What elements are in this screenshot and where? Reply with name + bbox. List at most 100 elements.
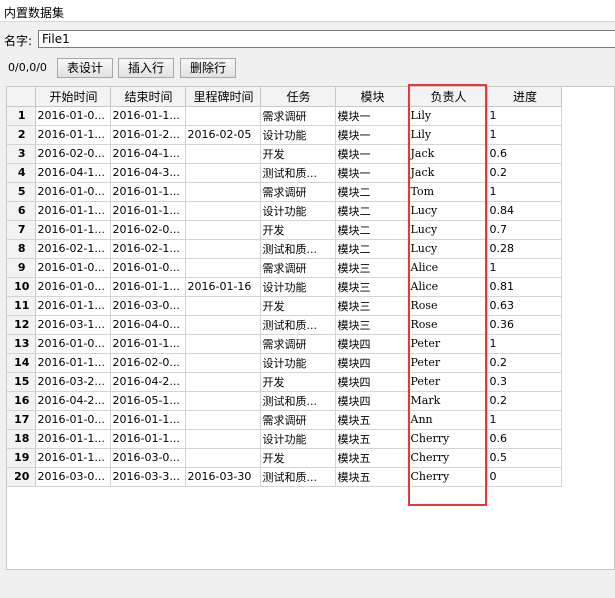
- cell-start-time[interactable]: 2016-01-0...: [35, 182, 111, 202]
- cell-start-time[interactable]: 2016-01-1...: [35, 429, 111, 449]
- table-row[interactable]: 18 2016-01-1... 2016-01-1... 设计功能 模块五 Cherry 0…: [7, 429, 562, 449]
- cell-progress[interactable]: 1: [487, 125, 562, 145]
- cell-progress[interactable]: 0.6: [487, 429, 562, 449]
- cell-module[interactable]: 模块五: [335, 467, 409, 487]
- cell-task[interactable]: 测试和质...: [260, 315, 336, 335]
- column-header-end-time[interactable]: 结束时间: [110, 87, 186, 107]
- cell-start-time[interactable]: 2016-01-1...: [35, 201, 111, 221]
- table-row[interactable]: 10 2016-01-0... 2016-01-1... 2016-01-16 设计功能…: [7, 277, 562, 297]
- cell-milestone-time[interactable]: [185, 201, 261, 221]
- cell-start-time[interactable]: 2016-01-1...: [35, 448, 111, 468]
- cell-progress[interactable]: 0.2: [487, 353, 562, 373]
- cell-progress[interactable]: 0.84: [487, 201, 562, 221]
- cell-owner[interactable]: Cherry: [408, 448, 488, 468]
- table-row[interactable]: 2 2016-01-1... 2016-01-2... 2016-02-05 设计功能模…: [7, 125, 562, 145]
- cell-task[interactable]: 测试和质...: [260, 391, 336, 411]
- table-row[interactable]: 3 2016-02-0... 2016-04-1... 开发 模块一 Jack 0.6: [7, 144, 562, 164]
- cell-task[interactable]: 需求调研: [260, 410, 336, 430]
- cell-end-time[interactable]: 2016-01-1...: [110, 182, 186, 202]
- data-grid[interactable]: 开始时间 结束时间 里程碑时间 任务 模块 负责人 进度 1 2016-01-0... 2016…: [6, 86, 615, 570]
- cell-module[interactable]: 模块三: [335, 296, 409, 316]
- insert-row-button[interactable]: 插入行: [118, 58, 174, 78]
- cell-end-time[interactable]: 2016-01-1...: [110, 201, 186, 221]
- cell-owner[interactable]: Alice: [408, 277, 488, 297]
- cell-end-time[interactable]: 2016-04-2...: [110, 372, 186, 392]
- cell-progress[interactable]: 1: [487, 106, 562, 126]
- cell-end-time[interactable]: 2016-01-1...: [110, 277, 186, 297]
- cell-module[interactable]: 模块二: [335, 182, 409, 202]
- cell-module[interactable]: 模块一: [335, 144, 409, 164]
- cell-end-time[interactable]: 2016-04-0...: [110, 315, 186, 335]
- cell-progress[interactable]: 1: [487, 182, 562, 202]
- cell-end-time[interactable]: 2016-02-1...: [110, 239, 186, 259]
- cell-owner[interactable]: Cherry: [408, 467, 488, 487]
- cell-owner[interactable]: Lily: [408, 125, 488, 145]
- cell-owner[interactable]: Jack: [408, 163, 488, 183]
- cell-owner[interactable]: Alice: [408, 258, 488, 278]
- cell-milestone-time[interactable]: [185, 239, 261, 259]
- cell-owner[interactable]: Lily: [408, 106, 488, 126]
- cell-task[interactable]: 设计功能: [260, 429, 336, 449]
- cell-progress[interactable]: 0.36: [487, 315, 562, 335]
- cell-task[interactable]: 测试和质...: [260, 163, 336, 183]
- cell-module[interactable]: 模块四: [335, 372, 409, 392]
- table-row[interactable]: 8 2016-02-1... 2016-02-1... 测试和质... 模块二 Lucy 0…: [7, 239, 562, 259]
- cell-milestone-time[interactable]: [185, 391, 261, 411]
- cell-start-time[interactable]: 2016-01-0...: [35, 106, 111, 126]
- table-row[interactable]: 1 2016-01-0... 2016-01-1... 需求调研 模块一 Lily 1: [7, 106, 562, 126]
- cell-milestone-time[interactable]: [185, 429, 261, 449]
- table-row[interactable]: 13 2016-01-0... 2016-01-1... 需求调研 模块四 Peter 1: [7, 334, 562, 354]
- cell-start-time[interactable]: 2016-02-0...: [35, 144, 111, 164]
- column-header-milestone-time[interactable]: 里程碑时间: [185, 87, 261, 107]
- table-row[interactable]: 5 2016-01-0... 2016-01-1... 需求调研 模块二 Tom 1: [7, 182, 562, 202]
- cell-owner[interactable]: Peter: [408, 372, 488, 392]
- cell-milestone-time[interactable]: [185, 182, 261, 202]
- cell-task[interactable]: 测试和质...: [260, 239, 336, 259]
- cell-module[interactable]: 模块三: [335, 277, 409, 297]
- cell-milestone-time[interactable]: [185, 258, 261, 278]
- cell-owner[interactable]: Ann: [408, 410, 488, 430]
- cell-end-time[interactable]: 2016-01-2...: [110, 125, 186, 145]
- cell-end-time[interactable]: 2016-01-0...: [110, 258, 186, 278]
- cell-owner[interactable]: Lucy: [408, 201, 488, 221]
- cell-owner[interactable]: Rose: [408, 315, 488, 335]
- cell-milestone-time[interactable]: [185, 372, 261, 392]
- column-header-start-time[interactable]: 开始时间: [35, 87, 111, 107]
- column-header-row-number[interactable]: [7, 87, 36, 107]
- table-row[interactable]: 14 2016-01-1... 2016-02-0... 设计功能 模块四 Peter 0.…: [7, 353, 562, 373]
- cell-task[interactable]: 开发: [260, 448, 336, 468]
- table-row[interactable]: 4 2016-04-1... 2016-04-3... 测试和质... 模块一 Jack 0…: [7, 163, 562, 183]
- cell-task[interactable]: 设计功能: [260, 125, 336, 145]
- cell-module[interactable]: 模块一: [335, 106, 409, 126]
- cell-start-time[interactable]: 2016-01-1...: [35, 125, 111, 145]
- cell-progress[interactable]: 0: [487, 467, 562, 487]
- cell-start-time[interactable]: 2016-04-1...: [35, 163, 111, 183]
- cell-milestone-time[interactable]: [185, 353, 261, 373]
- cell-task[interactable]: 需求调研: [260, 182, 336, 202]
- cell-progress[interactable]: 0.2: [487, 163, 562, 183]
- cell-owner[interactable]: Cherry: [408, 429, 488, 449]
- table-row[interactable]: 19 2016-01-1... 2016-03-0... 开发 模块五 Cherry 0.5: [7, 448, 562, 468]
- cell-owner[interactable]: Jack: [408, 144, 488, 164]
- cell-milestone-time[interactable]: 2016-02-05: [185, 125, 261, 145]
- cell-end-time[interactable]: 2016-04-3...: [110, 163, 186, 183]
- cell-start-time[interactable]: 2016-01-0...: [35, 277, 111, 297]
- cell-milestone-time[interactable]: 2016-03-30: [185, 467, 261, 487]
- cell-module[interactable]: 模块二: [335, 239, 409, 259]
- cell-progress[interactable]: 0.81: [487, 277, 562, 297]
- table-row[interactable]: 16 2016-04-2... 2016-05-1... 测试和质... 模块四 Mark…: [7, 391, 562, 411]
- cell-owner[interactable]: Peter: [408, 334, 488, 354]
- cell-end-time[interactable]: 2016-04-1...: [110, 144, 186, 164]
- table-row[interactable]: 17 2016-01-0... 2016-01-1... 需求调研 模块五 Ann 1: [7, 410, 562, 430]
- table-row[interactable]: 7 2016-01-1... 2016-02-0... 开发 模块二 Lucy 0.7: [7, 220, 562, 240]
- cell-task[interactable]: 设计功能: [260, 353, 336, 373]
- cell-start-time[interactable]: 2016-03-0...: [35, 467, 111, 487]
- cell-progress[interactable]: 1: [487, 410, 562, 430]
- cell-task[interactable]: 开发: [260, 296, 336, 316]
- cell-module[interactable]: 模块五: [335, 429, 409, 449]
- table-row[interactable]: 12 2016-03-1... 2016-04-0... 测试和质... 模块三 Rose…: [7, 315, 562, 335]
- cell-end-time[interactable]: 2016-01-1...: [110, 334, 186, 354]
- delete-row-button[interactable]: 删除行: [180, 58, 236, 78]
- column-header-progress[interactable]: 进度: [487, 87, 562, 107]
- cell-progress[interactable]: 0.5: [487, 448, 562, 468]
